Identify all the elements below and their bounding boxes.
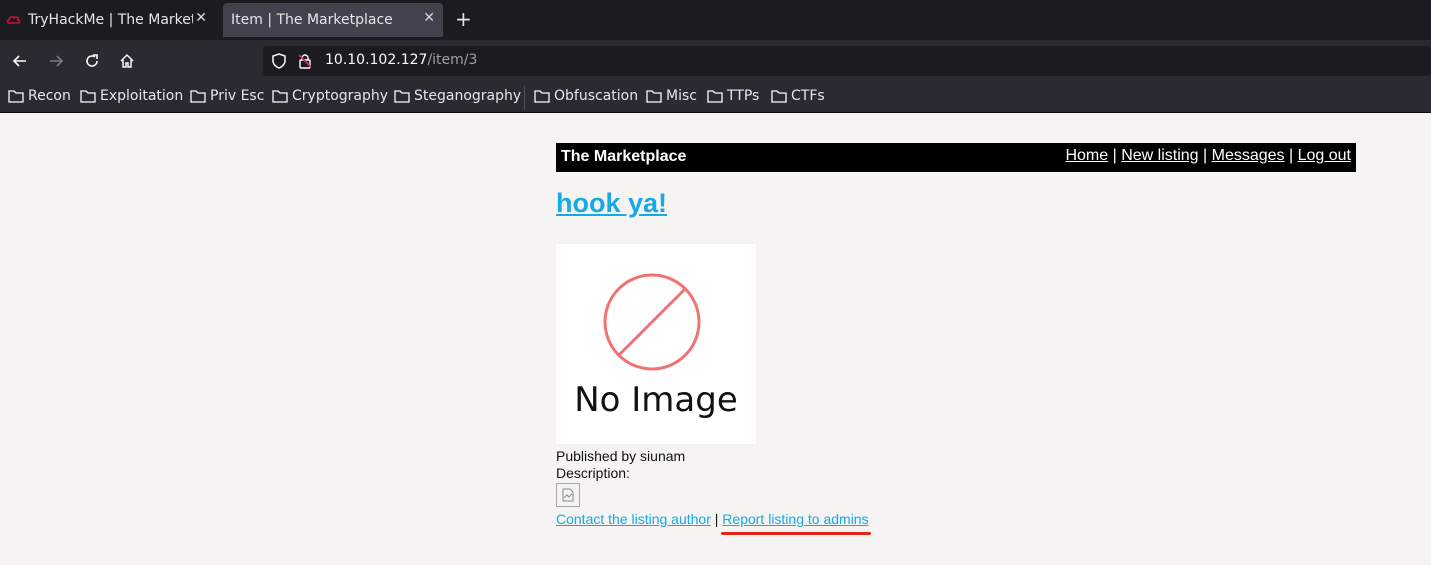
no-image-icon [603,273,701,371]
bookmark-label: CTFs [791,88,825,104]
bookmark-steganography[interactable]: Steganography [394,88,521,104]
bookmark-cryptography[interactable]: Cryptography [272,88,388,104]
nav-separator: | [1112,147,1117,164]
url-path: /item/3 [427,52,478,68]
folder-icon [8,90,24,103]
bookmark-recon[interactable]: Recon [8,88,71,104]
folder-icon [771,90,787,103]
report-listing-link[interactable]: Report listing to admins [722,511,868,527]
url-bar[interactable]: 10.10.102.127/item/3 [263,46,1431,76]
close-tab-icon[interactable]: ✕ [423,10,435,26]
bookmark-obfuscation[interactable]: Obfuscation [534,88,638,104]
tab-bar: TryHackMe | The Marketplace ✕ Item | The… [0,0,1431,40]
url-host: 10.10.102.127 [325,52,428,68]
folder-icon [190,90,206,103]
highlight-underline [721,532,871,535]
bookmark-separator [524,86,525,110]
folder-icon [646,90,662,103]
nav-logout-link[interactable]: Log out [1298,147,1351,164]
bookmark-priv-esc[interactable]: Priv Esc [190,88,264,104]
tab-title: Item | The Marketplace [231,12,393,28]
reload-icon[interactable] [81,50,103,72]
folder-icon [272,90,288,103]
published-by: Published by siunam [556,448,686,464]
close-tab-icon[interactable]: ✕ [195,10,207,26]
tab-item[interactable]: Item | The Marketplace ✕ [223,3,443,37]
folder-icon [534,90,550,103]
site-header: The Marketplace Home | New listing | Mes… [556,143,1356,172]
url-text[interactable]: 10.10.102.127/item/3 [325,52,477,68]
bookmark-misc[interactable]: Misc [646,88,697,104]
bookmark-label: Steganography [414,88,522,104]
bookmark-ttps[interactable]: TTPs [707,88,759,104]
link-separator: | [714,511,719,527]
bookmark-label: TTPs [727,88,760,104]
new-tab-icon[interactable]: + [455,7,472,31]
site-title: The Marketplace [561,148,687,165]
contact-author-link[interactable]: Contact the listing author [556,511,711,527]
no-image-text: No Image [574,380,738,420]
bookmark-exploitation[interactable]: Exploitation [80,88,183,104]
bookmark-label: Misc [666,88,697,104]
bookmark-label: Priv Esc [210,88,265,104]
broken-image-icon [556,483,580,507]
no-image-placeholder: No Image [556,244,756,444]
nav-new-listing-link[interactable]: New listing [1121,147,1198,164]
description-label: Description: [556,465,630,481]
folder-icon [80,90,96,103]
listing-actions: Contact the listing author | Report list… [556,511,869,527]
tryhackme-icon [6,12,22,28]
back-icon[interactable] [9,50,31,72]
bookmark-label: Recon [28,88,71,104]
bookmarks-bar: Recon Exploitation Priv Esc Cryptography… [0,82,1431,113]
bookmark-label: Exploitation [100,88,184,104]
tab-title: TryHackMe | The Marketplace [28,12,193,28]
folder-icon [707,90,723,103]
bookmark-label: Obfuscation [554,88,639,104]
bookmark-ctfs[interactable]: CTFs [771,88,825,104]
item-title-link[interactable]: hook ya! [556,188,667,219]
shield-icon[interactable] [271,53,287,74]
site-nav: Home | New listing | Messages | Log out [1065,147,1351,165]
tab-tryhackme[interactable]: TryHackMe | The Marketplace ✕ [0,3,215,37]
forward-icon[interactable] [45,50,67,72]
home-icon[interactable] [116,50,138,72]
folder-icon [394,90,410,103]
nav-separator: | [1289,147,1294,164]
nav-home-link[interactable]: Home [1065,147,1108,164]
nav-separator: | [1203,147,1208,164]
insecure-lock-icon[interactable] [297,53,313,74]
nav-messages-link[interactable]: Messages [1212,147,1285,164]
bookmark-label: Cryptography [292,88,389,104]
